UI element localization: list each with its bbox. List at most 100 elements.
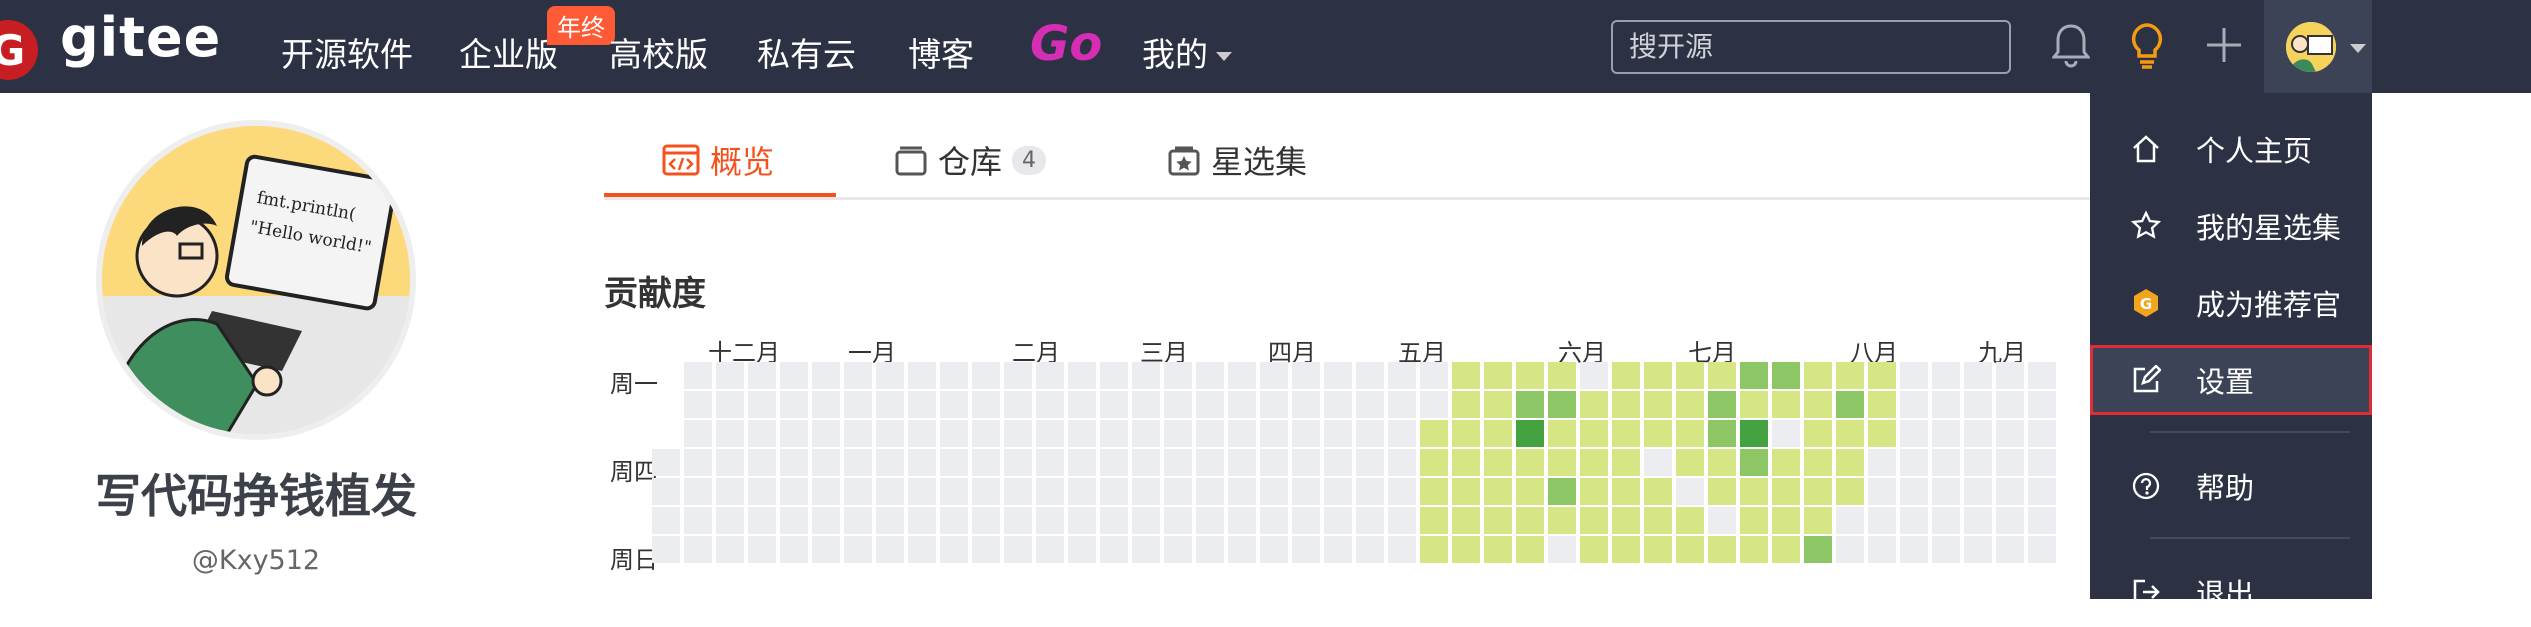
heatmap-cell[interactable]: [748, 420, 776, 447]
heatmap-cell[interactable]: [780, 507, 808, 534]
heatmap-cell[interactable]: [1004, 362, 1032, 389]
heatmap-cell[interactable]: [1292, 449, 1320, 476]
heatmap-cell[interactable]: [1420, 449, 1448, 476]
heatmap-cell[interactable]: [1548, 536, 1576, 563]
heatmap-cell[interactable]: [1420, 391, 1448, 418]
heatmap-cell[interactable]: [1580, 391, 1608, 418]
heatmap-cell[interactable]: [1484, 420, 1512, 447]
heatmap-cell[interactable]: [1996, 391, 2024, 418]
heatmap-cell[interactable]: [1964, 449, 1992, 476]
heatmap-cell[interactable]: [1068, 536, 1096, 563]
heatmap-cell[interactable]: [1868, 391, 1896, 418]
heatmap-cell[interactable]: [1548, 362, 1576, 389]
heatmap-cell[interactable]: [812, 449, 840, 476]
heatmap-cell[interactable]: [1644, 507, 1672, 534]
heatmap-cell[interactable]: [1388, 391, 1416, 418]
heatmap-cell[interactable]: [844, 536, 872, 563]
gitee-logo-icon[interactable]: G: [0, 20, 38, 80]
heatmap-cell[interactable]: [1644, 536, 1672, 563]
heatmap-cell[interactable]: [1132, 478, 1160, 505]
heatmap-cell[interactable]: [1292, 362, 1320, 389]
heatmap-cell[interactable]: [1388, 536, 1416, 563]
heatmap-cell[interactable]: [1164, 362, 1192, 389]
nav-private-cloud[interactable]: 私有云: [757, 28, 856, 76]
heatmap-cell[interactable]: [1676, 362, 1704, 389]
heatmap-cell[interactable]: [1516, 362, 1544, 389]
heatmap-cell[interactable]: [2028, 507, 2056, 534]
heatmap-cell[interactable]: [1036, 478, 1064, 505]
heatmap-cell[interactable]: [876, 420, 904, 447]
heatmap-cell[interactable]: [1932, 536, 1960, 563]
heatmap-cell[interactable]: [1036, 391, 1064, 418]
heatmap-cell[interactable]: [1612, 536, 1640, 563]
heatmap-cell[interactable]: [1228, 391, 1256, 418]
heatmap-cell[interactable]: [1708, 507, 1736, 534]
heatmap-cell[interactable]: [1804, 391, 1832, 418]
heatmap-cell[interactable]: [1452, 449, 1480, 476]
heatmap-cell[interactable]: [940, 478, 968, 505]
heatmap-cell[interactable]: [1900, 449, 1928, 476]
heatmap-cell[interactable]: [1260, 420, 1288, 447]
heatmap-cell[interactable]: [812, 420, 840, 447]
heatmap-cell[interactable]: [1260, 391, 1288, 418]
heatmap-cell[interactable]: [1196, 449, 1224, 476]
heatmap-cell[interactable]: [1356, 507, 1384, 534]
heatmap-cell[interactable]: [812, 536, 840, 563]
heatmap-cell[interactable]: [972, 420, 1000, 447]
heatmap-cell[interactable]: [1100, 536, 1128, 563]
heatmap-cell[interactable]: [716, 449, 744, 476]
heatmap-cell[interactable]: [1260, 449, 1288, 476]
heatmap-cell[interactable]: [908, 420, 936, 447]
heatmap-cell[interactable]: [1964, 391, 1992, 418]
heatmap-cell[interactable]: [1196, 478, 1224, 505]
heatmap-cell[interactable]: [716, 391, 744, 418]
heatmap-cell[interactable]: [1548, 449, 1576, 476]
menu-item-help[interactable]: 帮助: [2090, 451, 2372, 521]
heatmap-cell[interactable]: [652, 478, 680, 505]
heatmap-cell[interactable]: [1868, 536, 1896, 563]
heatmap-cell[interactable]: [1420, 536, 1448, 563]
lightbulb-icon[interactable]: [2128, 22, 2166, 74]
heatmap-cell[interactable]: [2028, 391, 2056, 418]
heatmap-cell[interactable]: [940, 391, 968, 418]
tab-repos[interactable]: 仓库 4: [894, 137, 1047, 183]
heatmap-cell[interactable]: [1612, 449, 1640, 476]
heatmap-cell[interactable]: [1804, 478, 1832, 505]
heatmap-cell[interactable]: [1900, 362, 1928, 389]
heatmap-cell[interactable]: [780, 391, 808, 418]
menu-item-become-recommender[interactable]: G 成为推荐官: [2090, 268, 2372, 338]
heatmap-cell[interactable]: [876, 449, 904, 476]
heatmap-cell[interactable]: [2028, 449, 2056, 476]
gitee-go-logo[interactable]: Go: [1030, 16, 1102, 72]
heatmap-cell[interactable]: [1612, 362, 1640, 389]
heatmap-cell[interactable]: [908, 449, 936, 476]
heatmap-cell[interactable]: [652, 536, 680, 563]
heatmap-cell[interactable]: [1420, 507, 1448, 534]
heatmap-cell[interactable]: [1676, 536, 1704, 563]
tab-stars[interactable]: 星选集: [1167, 137, 1307, 183]
heatmap-cell[interactable]: [908, 362, 936, 389]
heatmap-cell[interactable]: [1836, 362, 1864, 389]
heatmap-cell[interactable]: [1580, 420, 1608, 447]
heatmap-cell[interactable]: [1420, 420, 1448, 447]
heatmap-cell[interactable]: [748, 536, 776, 563]
heatmap-cell[interactable]: [1132, 449, 1160, 476]
heatmap-cell[interactable]: [1068, 478, 1096, 505]
heatmap-cell[interactable]: [780, 536, 808, 563]
heatmap-cell[interactable]: [716, 536, 744, 563]
heatmap-cell[interactable]: [1868, 420, 1896, 447]
heatmap-cell[interactable]: [1644, 420, 1672, 447]
heatmap-cell[interactable]: [1644, 449, 1672, 476]
heatmap-cell[interactable]: [940, 420, 968, 447]
heatmap-cell[interactable]: [1740, 420, 1768, 447]
heatmap-cell[interactable]: [1196, 536, 1224, 563]
heatmap-cell[interactable]: [844, 478, 872, 505]
menu-item-homepage[interactable]: 个人主页: [2090, 114, 2372, 184]
heatmap-cell[interactable]: [1356, 391, 1384, 418]
heatmap-cell[interactable]: [1132, 507, 1160, 534]
heatmap-cell[interactable]: [1580, 536, 1608, 563]
heatmap-cell[interactable]: [1388, 362, 1416, 389]
heatmap-cell[interactable]: [1164, 391, 1192, 418]
heatmap-cell[interactable]: [1932, 449, 1960, 476]
brand-name[interactable]: gitee: [60, 6, 221, 69]
